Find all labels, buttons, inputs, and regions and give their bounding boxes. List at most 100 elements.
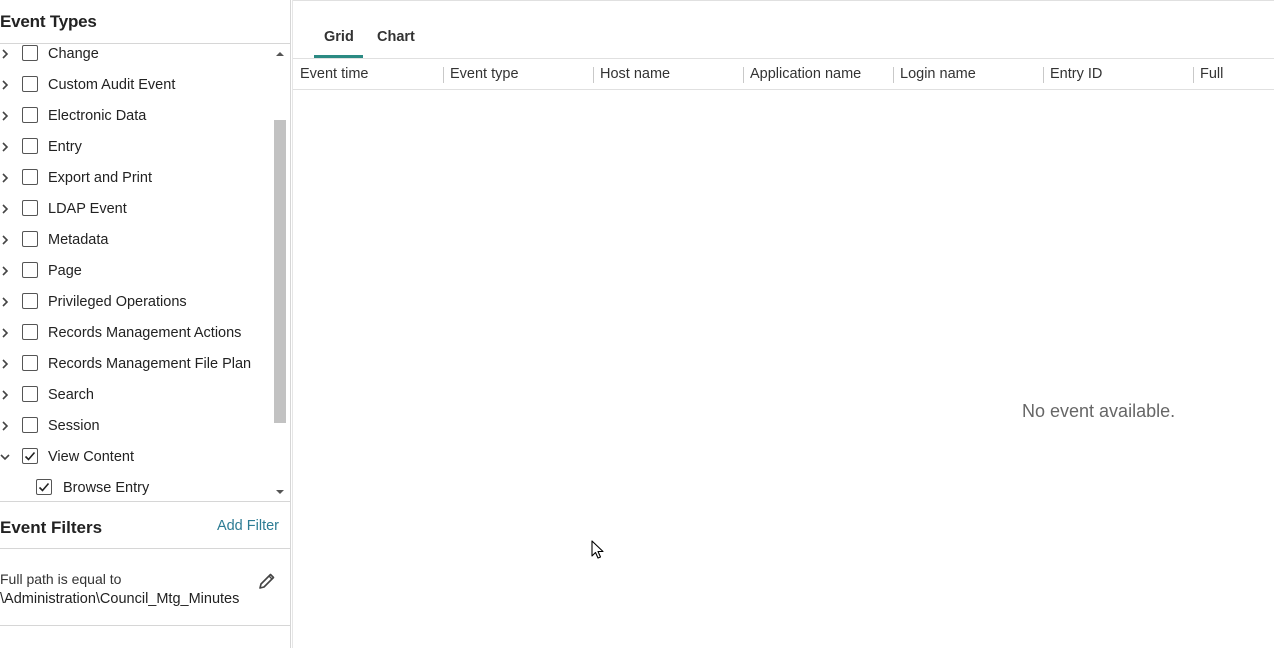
tree-item-checkbox[interactable] [22, 262, 38, 278]
tree-item[interactable]: Electronic Data [0, 100, 272, 131]
tree-item-checkbox[interactable] [22, 355, 38, 371]
tree-item-label: LDAP Event [48, 201, 127, 217]
column-header-label: Event time [300, 66, 369, 82]
event-filters-header: Event Filters Add Filter [0, 502, 290, 548]
tree-item-label: Change [48, 46, 99, 62]
tree-item[interactable]: Metadata [0, 224, 272, 255]
tree-item-label: Entry [48, 139, 82, 155]
tree-item-checkbox[interactable] [22, 169, 38, 185]
column-separator[interactable] [743, 67, 744, 83]
event-types-header: Event Types [0, 0, 290, 44]
filter-label: Full path is equal to [0, 571, 122, 587]
column-header[interactable]: Event time [293, 59, 443, 89]
chevron-right-icon[interactable] [0, 419, 12, 433]
scroll-up-arrow-icon[interactable] [276, 50, 284, 58]
chevron-right-icon[interactable] [0, 295, 12, 309]
chevron-down-icon[interactable] [0, 450, 12, 464]
divider [0, 625, 290, 626]
column-header[interactable]: Full [1193, 59, 1274, 89]
chevron-right-icon[interactable] [0, 264, 12, 278]
column-header-label: Full [1200, 66, 1224, 82]
tree-item-label: View Content [48, 449, 134, 465]
tree-item[interactable]: Search [0, 379, 272, 410]
chevron-right-icon[interactable] [0, 78, 12, 92]
add-filter-link[interactable]: Add Filter [217, 518, 279, 534]
column-separator[interactable] [443, 67, 444, 83]
tree-item[interactable]: Custom Audit Event [0, 69, 272, 100]
tree-item[interactable]: Records Management Actions [0, 317, 272, 348]
chevron-right-icon[interactable] [0, 140, 12, 154]
tree-item-checkbox[interactable] [22, 231, 38, 247]
tree-item[interactable]: Page [0, 255, 272, 286]
chevron-right-icon[interactable] [0, 47, 12, 61]
column-header[interactable]: Host name [593, 59, 743, 89]
tree-scrollbar[interactable] [272, 45, 288, 501]
tree-item-label: Custom Audit Event [48, 77, 176, 93]
tree-item-checkbox[interactable] [22, 138, 38, 154]
filter-value: \Administration\Council_Mtg_Minutes [0, 591, 240, 607]
scroll-down-arrow-icon[interactable] [276, 488, 284, 496]
tree-item[interactable]: Privileged Operations [0, 286, 272, 317]
tree-item[interactable]: Records Management File Plan [0, 348, 272, 379]
tree-item[interactable]: Browse Entry [0, 472, 272, 501]
tree-item-label: Export and Print [48, 170, 152, 186]
column-header[interactable]: Login name [893, 59, 1043, 89]
tree-item-label: Electronic Data [48, 108, 147, 124]
column-header[interactable]: Entry ID [1043, 59, 1193, 89]
tree-item-checkbox[interactable] [22, 107, 38, 123]
chevron-right-icon[interactable] [0, 202, 12, 216]
tree-item-label: Records Management Actions [48, 325, 242, 341]
column-header[interactable]: Application name [743, 59, 893, 89]
tree-item-label: Session [48, 418, 100, 434]
tree-item-checkbox[interactable] [22, 45, 38, 61]
column-separator[interactable] [893, 67, 894, 83]
chevron-right-icon[interactable] [0, 171, 12, 185]
view-tabs: Grid Chart [293, 1, 1274, 58]
chevron-right-icon[interactable] [0, 388, 12, 402]
tree-item-checkbox[interactable] [22, 200, 38, 216]
tree-item[interactable]: Entry [0, 131, 272, 162]
chevron-right-icon[interactable] [0, 233, 12, 247]
column-header-label: Host name [600, 66, 671, 82]
event-filters-title: Event Filters [0, 518, 103, 537]
tree-item[interactable]: LDAP Event [0, 193, 272, 224]
checkmark-icon [24, 451, 36, 461]
tree-item-checkbox[interactable] [22, 448, 38, 464]
checkmark-icon [38, 482, 50, 492]
tree-item-label: Browse Entry [63, 480, 150, 496]
event-types-title: Event Types [0, 12, 97, 31]
tab-grid[interactable]: Grid [324, 29, 354, 45]
column-separator[interactable] [1193, 67, 1194, 83]
grid-header: Event time Event type Host name Application… [293, 58, 1274, 90]
chevron-right-icon[interactable] [0, 357, 12, 371]
column-header-label: Login name [900, 66, 976, 82]
tree-item-checkbox[interactable] [22, 417, 38, 433]
pencil-icon[interactable] [257, 571, 277, 591]
tree-item-checkbox[interactable] [22, 293, 38, 309]
tree-item-label: Metadata [48, 232, 109, 248]
tree-item-checkbox[interactable] [22, 76, 38, 92]
tree-item[interactable]: Export and Print [0, 162, 272, 193]
tree-item-checkbox[interactable] [22, 386, 38, 402]
chevron-right-icon[interactable] [0, 326, 12, 340]
panel-splitter-edge [292, 0, 293, 648]
tab-chart[interactable]: Chart [377, 29, 415, 45]
chevron-right-icon[interactable] [0, 109, 12, 123]
tree-item[interactable]: Session [0, 410, 272, 441]
event-types-tree[interactable]: Change Custom Audit Event Electronic Data E… [0, 45, 288, 501]
filter-item: Full path is equal to \Administration\Co… [0, 549, 290, 625]
column-header-label: Entry ID [1050, 66, 1103, 82]
column-header-label: Application name [750, 66, 862, 82]
tree-item-checkbox[interactable] [22, 324, 38, 340]
tree-item-checkbox[interactable] [36, 479, 52, 495]
tree-item-label: Records Management File Plan [48, 356, 252, 372]
column-separator[interactable] [593, 67, 594, 83]
scroll-thumb[interactable] [274, 120, 286, 423]
tree-item[interactable]: View Content [0, 441, 272, 472]
column-header[interactable]: Event type [443, 59, 593, 89]
tree-item[interactable]: Change [0, 45, 272, 69]
column-separator[interactable] [1043, 67, 1044, 83]
tree-item-label: Page [48, 263, 82, 279]
panel-splitter[interactable] [290, 0, 291, 648]
tree-item-label: Privileged Operations [48, 294, 187, 310]
